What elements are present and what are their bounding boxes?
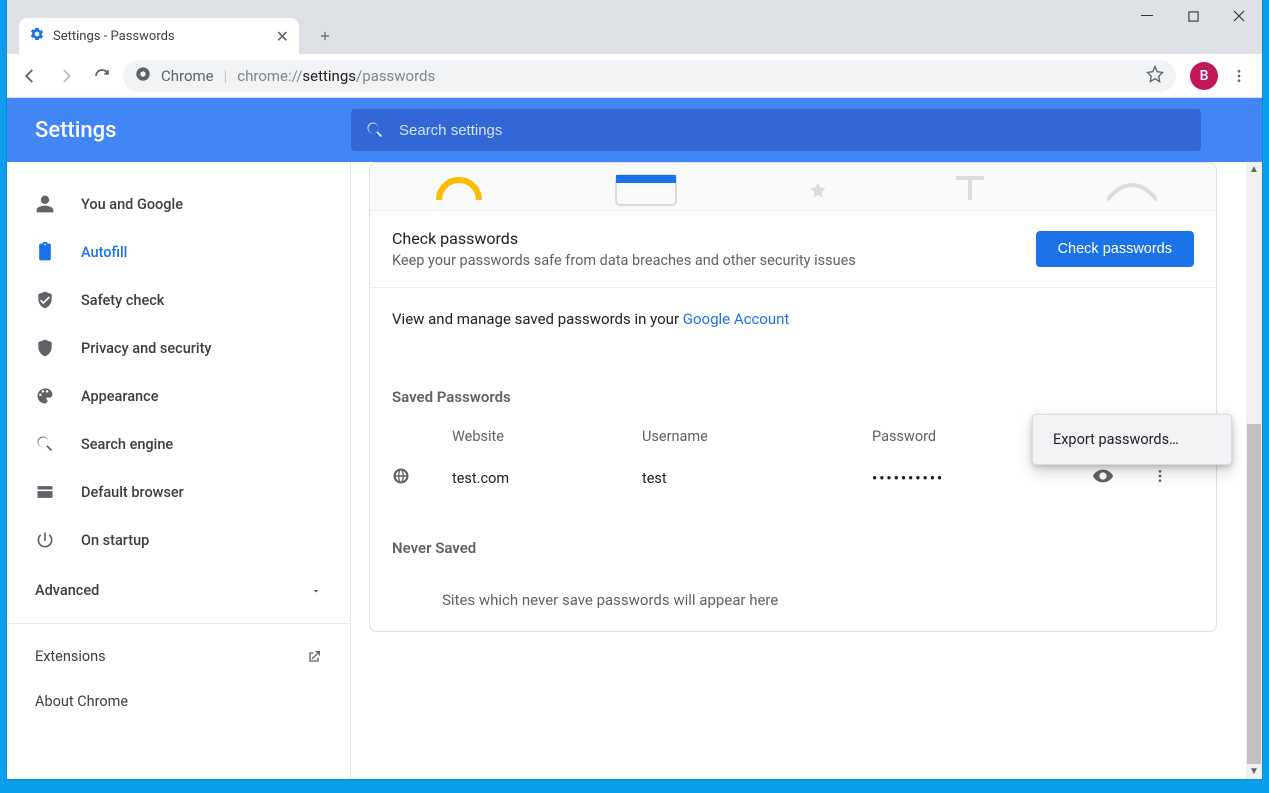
window-controls [1124, 0, 1262, 32]
tab-title: Settings - Passwords [53, 29, 175, 44]
sidebar-advanced-toggle[interactable]: Advanced [7, 564, 350, 617]
profile-avatar[interactable]: B [1190, 62, 1218, 90]
google-account-link[interactable]: Google Account [683, 310, 790, 328]
search-icon [35, 434, 55, 454]
col-username: Username [642, 428, 872, 445]
row-website[interactable]: test.com [452, 470, 642, 487]
never-saved-title: Never Saved [370, 501, 1216, 569]
browser-window: Settings - Passwords ✕ Chrome | chrome:/… [7, 0, 1262, 779]
passwords-card: Check passwords Keep your passwords safe… [369, 162, 1217, 632]
app-body: You and Google Autofill Safety check Pri… [7, 162, 1262, 779]
sidebar-item-autofill[interactable]: Autofill [7, 228, 350, 276]
minimize-button[interactable] [1124, 0, 1170, 32]
scroll-down-icon[interactable]: ▼ [1249, 764, 1259, 779]
app-header: Settings [7, 98, 1262, 162]
bookmark-star-icon[interactable] [1146, 65, 1164, 87]
search-settings-input[interactable] [399, 122, 1187, 139]
check-passwords-subtitle: Keep your passwords safe from data breac… [392, 252, 856, 269]
sidebar-divider [7, 623, 350, 624]
check-passwords-title: Check passwords [392, 229, 856, 248]
sidebar-about-chrome[interactable]: About Chrome [7, 679, 350, 724]
scroll-up-icon[interactable]: ▲ [1249, 162, 1259, 177]
sidebar-item-on-startup[interactable]: On startup [7, 516, 350, 564]
row-username: test [642, 470, 872, 487]
forward-button[interactable] [51, 61, 81, 91]
sidebar-item-safety-check[interactable]: Safety check [7, 276, 350, 324]
chrome-logo-icon [135, 66, 151, 86]
palette-icon [35, 386, 55, 406]
app-title: Settings [35, 118, 351, 143]
sidebar-item-privacy-and-security[interactable]: Privacy and security [7, 324, 350, 372]
row-password-masked: •••••••••• [872, 470, 1092, 487]
settings-app: Settings You and Google Autofill Safety … [7, 98, 1262, 779]
export-passwords-menu: Export passwords… [1032, 414, 1232, 465]
new-tab-button[interactable] [311, 22, 339, 50]
sidebar-extensions[interactable]: Extensions [7, 634, 350, 679]
globe-icon [392, 467, 452, 489]
row-options-button[interactable] [1152, 468, 1192, 488]
gear-icon [29, 26, 45, 46]
check-passwords-row: Check passwords Keep your passwords safe… [370, 211, 1216, 288]
maximize-button[interactable] [1170, 0, 1216, 32]
omnibox-url: chrome://settings/passwords [237, 67, 435, 85]
titlebar: Settings - Passwords ✕ [7, 0, 1262, 54]
omnibox-title: Chrome [161, 67, 214, 85]
manage-passwords-text: View and manage saved passwords in your … [370, 288, 1216, 350]
show-password-button[interactable] [1092, 465, 1152, 491]
check-passwords-button[interactable]: Check passwords [1036, 231, 1194, 267]
chevron-down-icon [310, 585, 322, 597]
scroll-thumb[interactable] [1247, 424, 1261, 763]
never-saved-empty-text: Sites which never save passwords will ap… [370, 569, 1216, 631]
sidebar-item-appearance[interactable]: Appearance [7, 372, 350, 420]
settings-sidebar: You and Google Autofill Safety check Pri… [7, 162, 351, 779]
address-bar[interactable]: Chrome | chrome://settings/passwords [123, 60, 1176, 92]
open-in-new-icon [306, 649, 322, 665]
sidebar-item-default-browser[interactable]: Default browser [7, 468, 350, 516]
person-icon [35, 194, 55, 214]
sidebar-item-search-engine[interactable]: Search engine [7, 420, 350, 468]
col-website: Website [452, 428, 642, 445]
saved-passwords-title: Saved Passwords [370, 350, 1216, 418]
browser-toolbar: Chrome | chrome://settings/passwords B [7, 54, 1262, 98]
browser-icon [35, 482, 55, 502]
sidebar-item-you-and-google[interactable]: You and Google [7, 180, 350, 228]
scrollbar[interactable]: ▲ ▼ [1246, 162, 1262, 779]
browser-tab[interactable]: Settings - Passwords ✕ [19, 18, 299, 54]
back-button[interactable] [15, 61, 45, 91]
close-tab-icon[interactable]: ✕ [276, 27, 289, 46]
search-icon [365, 120, 385, 140]
browser-menu-button[interactable] [1224, 68, 1254, 84]
close-window-button[interactable] [1216, 0, 1262, 32]
export-passwords-item[interactable]: Export passwords… [1033, 419, 1231, 460]
reload-button[interactable] [87, 61, 117, 91]
settings-main: Check passwords Keep your passwords safe… [351, 162, 1262, 779]
shield-icon [35, 338, 55, 358]
search-settings[interactable] [351, 109, 1201, 151]
clipboard-icon [35, 242, 55, 262]
hero-illustration [370, 163, 1216, 211]
power-icon [35, 530, 55, 550]
omnibox-divider: | [224, 67, 228, 85]
shield-check-icon [35, 290, 55, 310]
